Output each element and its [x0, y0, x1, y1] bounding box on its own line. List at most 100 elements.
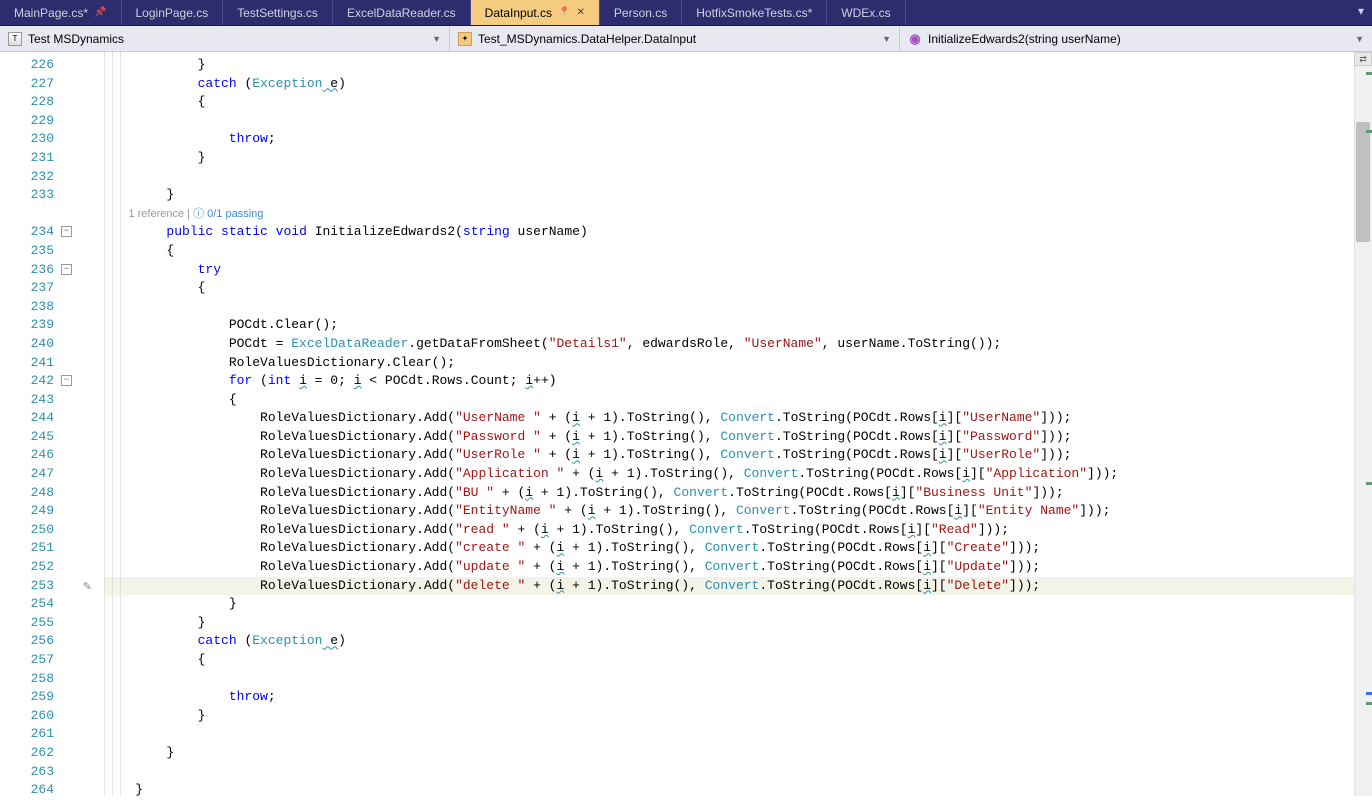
tab-testsettings[interactable]: TestSettings.cs: [223, 0, 333, 25]
line-number: 232: [0, 168, 78, 187]
scrollbar-thumb[interactable]: [1356, 122, 1370, 242]
code-line[interactable]: POCdt = ExcelDataReader.getDataFromSheet…: [104, 335, 1372, 354]
code-line[interactable]: }: [104, 56, 1372, 75]
tab-wdex[interactable]: WDEx.cs: [827, 0, 905, 25]
code-line[interactable]: RoleValuesDictionary.Add("BU " + (i + 1)…: [104, 484, 1372, 503]
code-line[interactable]: {: [104, 93, 1372, 112]
code-line[interactable]: [104, 112, 1372, 131]
code-line[interactable]: catch (Exception e): [104, 632, 1372, 651]
nav-class-label: Test_MSDynamics.DataHelper.DataInput: [478, 32, 696, 46]
code-line[interactable]: RoleValuesDictionary.Add("Application " …: [104, 465, 1372, 484]
line-number: 246: [0, 446, 78, 465]
line-number: 226: [0, 56, 78, 75]
chevron-down-icon[interactable]: ▼: [1355, 34, 1364, 44]
line-number: 258: [0, 670, 78, 689]
code-line[interactable]: POCdt.Clear();: [104, 316, 1372, 335]
line-number: 230: [0, 130, 78, 149]
nav-class-dropdown[interactable]: ✦ Test_MSDynamics.DataHelper.DataInput ▼: [450, 26, 900, 51]
code-line[interactable]: }: [104, 744, 1372, 763]
tab-person[interactable]: Person.cs: [600, 0, 682, 25]
tab-exceldatareader[interactable]: ExcelDataReader.cs: [333, 0, 471, 25]
line-number: 241: [0, 354, 78, 373]
code-line[interactable]: RoleValuesDictionary.Add("read " + (i + …: [104, 521, 1372, 540]
code-line[interactable]: RoleValuesDictionary.Add("Password " + (…: [104, 428, 1372, 447]
nav-member-label: InitializeEdwards2(string userName): [928, 32, 1121, 46]
tab-loginpage[interactable]: LoginPage.cs: [122, 0, 224, 25]
line-number-gutter: 226227228229230231232233234−235236−23723…: [0, 52, 78, 796]
nav-member-dropdown[interactable]: ◉ InitializeEdwards2(string userName) ▼: [900, 26, 1372, 51]
code-line[interactable]: }: [104, 186, 1372, 205]
code-line[interactable]: {: [104, 651, 1372, 670]
fold-toggle[interactable]: −: [61, 375, 72, 386]
chevron-down-icon[interactable]: ▼: [432, 34, 441, 44]
line-number: 254: [0, 595, 78, 614]
tab-datainput[interactable]: DataInput.cs📍✕: [471, 0, 600, 25]
pin-icon[interactable]: 📍: [558, 7, 570, 18]
tab-mainpage[interactable]: MainPage.cs*📌: [0, 0, 122, 25]
code-line[interactable]: RoleValuesDictionary.Add("update " + (i …: [104, 558, 1372, 577]
code-line[interactable]: throw;: [104, 130, 1372, 149]
code-line[interactable]: RoleValuesDictionary.Clear();: [104, 354, 1372, 373]
chevron-down-icon[interactable]: ▼: [882, 34, 891, 44]
line-number: 235: [0, 242, 78, 261]
method-icon: ◉: [908, 32, 922, 46]
code-line[interactable]: [104, 725, 1372, 744]
code-line[interactable]: [104, 168, 1372, 187]
line-number: 239: [0, 316, 78, 335]
code-line[interactable]: }: [104, 781, 1372, 796]
code-line[interactable]: {: [104, 242, 1372, 261]
line-number: 238: [0, 298, 78, 317]
code-area[interactable]: } catch (Exception e) { throw; } } 1 ref…: [78, 52, 1372, 796]
line-number: 243: [0, 391, 78, 410]
line-number: 262: [0, 744, 78, 763]
line-number: 256: [0, 632, 78, 651]
line-number: 237: [0, 279, 78, 298]
line-number: 227: [0, 75, 78, 94]
file-tab-bar: MainPage.cs*📌 LoginPage.cs TestSettings.…: [0, 0, 1372, 26]
code-line[interactable]: }: [104, 595, 1372, 614]
line-number: 234−: [0, 223, 78, 242]
code-line[interactable]: [104, 298, 1372, 317]
vertical-scrollbar[interactable]: [1354, 52, 1372, 796]
code-line[interactable]: RoleValuesDictionary.Add("UserName " + (…: [104, 409, 1372, 428]
line-number: 257: [0, 651, 78, 670]
line-number: 260: [0, 707, 78, 726]
tab-hotfix[interactable]: HotfixSmokeTests.cs*: [682, 0, 827, 25]
split-editor-button[interactable]: ⇄: [1354, 52, 1372, 66]
code-line[interactable]: for (int i = 0; i < POCdt.Rows.Count; i+…: [104, 372, 1372, 391]
line-number: 228: [0, 93, 78, 112]
code-line[interactable]: {: [104, 391, 1372, 410]
line-number: 242−: [0, 372, 78, 391]
code-editor: ⇄ 226227228229230231232233234−235236−237…: [0, 52, 1372, 796]
code-line[interactable]: [104, 670, 1372, 689]
fold-toggle[interactable]: −: [61, 226, 72, 237]
pin-icon[interactable]: 📌: [94, 7, 106, 18]
code-line[interactable]: RoleValuesDictionary.Add("EntityName " +…: [104, 502, 1372, 521]
code-line[interactable]: [104, 763, 1372, 782]
code-line[interactable]: }: [104, 614, 1372, 633]
line-number: 229: [0, 112, 78, 131]
code-line[interactable]: try: [104, 261, 1372, 280]
line-number: 250: [0, 521, 78, 540]
code-line[interactable]: }: [104, 707, 1372, 726]
line-number: 247: [0, 465, 78, 484]
fold-toggle[interactable]: −: [61, 264, 72, 275]
code-line[interactable]: {: [104, 279, 1372, 298]
line-number: 236−: [0, 261, 78, 280]
nav-project-dropdown[interactable]: T Test MSDynamics ▼: [0, 26, 450, 51]
code-line[interactable]: public static void InitializeEdwards2(st…: [104, 223, 1372, 242]
code-line[interactable]: RoleValuesDictionary.Add("UserRole " + (…: [104, 446, 1372, 465]
code-line[interactable]: RoleValuesDictionary.Add("create " + (i …: [104, 539, 1372, 558]
tab-overflow-button[interactable]: ▾: [1350, 0, 1372, 25]
line-number: 264: [0, 781, 78, 800]
code-line[interactable]: 1 reference | ⓘ 0/1 passing: [104, 205, 1372, 224]
code-line[interactable]: }: [104, 149, 1372, 168]
close-icon[interactable]: ✕: [577, 7, 585, 18]
line-number: 263: [0, 763, 78, 782]
line-number: 259: [0, 688, 78, 707]
code-line[interactable]: throw;: [104, 688, 1372, 707]
code-line[interactable]: catch (Exception e): [104, 75, 1372, 94]
code-line[interactable]: RoleValuesDictionary.Add("delete " + (i …: [104, 577, 1372, 596]
line-number: 248: [0, 484, 78, 503]
navigation-bar: T Test MSDynamics ▼ ✦ Test_MSDynamics.Da…: [0, 26, 1372, 52]
